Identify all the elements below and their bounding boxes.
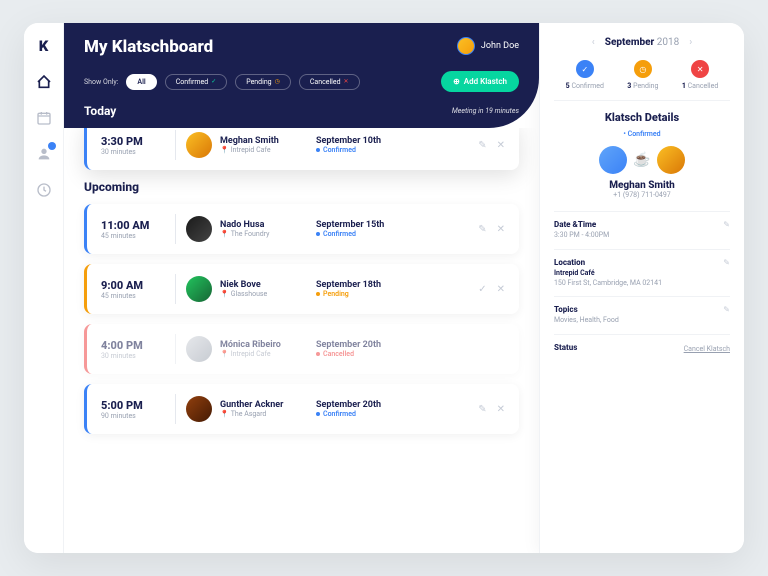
upcoming-card[interactable]: 9:00 AM45 minutesNiek Bove📍GlasshouseSep… xyxy=(84,264,519,314)
check-icon: ✓ xyxy=(576,60,594,78)
filter-all[interactable]: All xyxy=(126,74,156,90)
x-icon: ✕ xyxy=(691,60,709,78)
detail-title: Klatsch Details xyxy=(554,111,730,124)
edit-icon[interactable]: ✎ xyxy=(723,305,730,314)
next-month-icon[interactable]: › xyxy=(689,37,692,48)
edit-icon[interactable]: ✎ xyxy=(723,258,730,267)
meeting-countdown: Meeting in 19 minutes xyxy=(452,107,519,115)
filter-pending[interactable]: Pending◷ xyxy=(235,74,291,90)
plus-icon: ⊕ xyxy=(453,77,460,86)
pin-icon: 📍 xyxy=(220,350,229,358)
upcoming-heading: Upcoming xyxy=(84,180,519,194)
clock-icon[interactable] xyxy=(35,181,53,199)
avatar xyxy=(186,396,212,422)
pin-icon: 📍 xyxy=(220,230,229,238)
avatar xyxy=(186,336,212,362)
edit-icon[interactable]: ✎ xyxy=(478,224,486,235)
cancel-klatsch-link[interactable]: Cancel Klatsch xyxy=(684,345,730,353)
edit-icon[interactable]: ✎ xyxy=(723,220,730,229)
user-name: John Doe xyxy=(481,41,519,51)
accept-icon[interactable]: ✓ xyxy=(478,284,486,295)
avatar xyxy=(657,146,685,174)
filter-confirmed[interactable]: Confirmed✓ xyxy=(165,74,228,90)
calendar-icon[interactable] xyxy=(35,109,53,127)
close-icon[interactable]: ✕ xyxy=(497,224,505,235)
clock-icon: ◷ xyxy=(634,60,652,78)
add-klatsch-button[interactable]: ⊕Add Klastch xyxy=(441,71,519,92)
pin-icon: 📍 xyxy=(220,290,229,298)
upcoming-card[interactable]: 5:00 PM90 minutesGunther Ackner📍The Asga… xyxy=(84,384,519,434)
home-icon[interactable] xyxy=(35,73,53,91)
close-icon[interactable]: ✕ xyxy=(497,140,505,151)
header: My Klatschboard John Doe Show Only: All … xyxy=(64,23,539,128)
page-title: My Klatschboard xyxy=(84,37,213,57)
filter-label: Show Only: xyxy=(84,78,118,86)
logo: K xyxy=(39,37,49,55)
today-heading: Today xyxy=(84,104,116,118)
avatar xyxy=(599,146,627,174)
pin-icon: 📍 xyxy=(220,146,229,154)
detail-status: • Confirmed xyxy=(554,130,730,138)
avatar xyxy=(186,276,212,302)
avatar xyxy=(186,132,212,158)
today-card[interactable]: 3:30 PM30 minutes Meghan Smith📍Intrepid … xyxy=(84,128,519,170)
prev-month-icon[interactable]: ‹ xyxy=(592,37,595,48)
edit-icon[interactable]: ✎ xyxy=(478,404,486,415)
close-icon[interactable]: ✕ xyxy=(497,284,505,295)
edit-icon[interactable]: ✎ xyxy=(478,140,486,151)
pin-icon: 📍 xyxy=(220,410,229,418)
user-menu[interactable]: John Doe xyxy=(457,37,519,55)
details-panel: ‹ September 2018 › ✓5 Confirmed ◷3 Pendi… xyxy=(539,23,744,553)
close-icon[interactable]: ✕ xyxy=(497,404,505,415)
user-avatar xyxy=(457,37,475,55)
people-icon[interactable] xyxy=(35,145,53,163)
coffee-icon: ☕ xyxy=(633,152,650,168)
avatar xyxy=(186,216,212,242)
upcoming-card[interactable]: 4:00 PM30 minutesMónica Ribeiro📍Intrepid… xyxy=(84,324,519,374)
filter-cancelled[interactable]: Cancelled✕ xyxy=(299,74,360,90)
sidebar: K xyxy=(24,23,64,553)
upcoming-card[interactable]: 11:00 AM45 minutesNado Husa📍The FoundryS… xyxy=(84,204,519,254)
